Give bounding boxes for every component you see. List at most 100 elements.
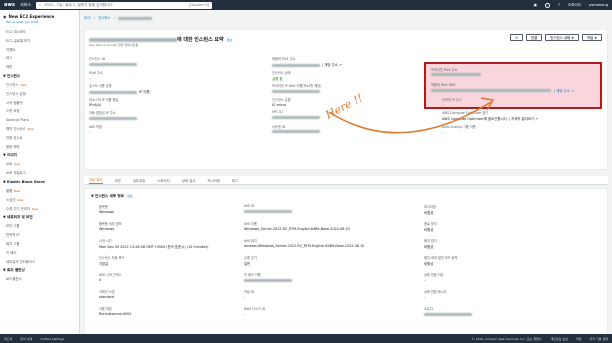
field-value: – [424,295,599,299]
field-value: RunInstances:0002 [99,312,244,316]
sidebar-item[interactable]: AMI 카탈로그 [3,169,76,178]
field-item: RAM 디스크 ID – [244,306,424,323]
sidebar-item[interactable]: 제한 [3,63,76,72]
details-section-header[interactable]: ▼ 인스턴스 세부 정보 정보 [91,194,133,199]
new-badge: New [17,197,24,202]
field-label: 종료 방지 [424,222,437,226]
services-menu-button[interactable]: 서비스 [20,2,31,8]
field-label: 사용 작업 [99,307,112,311]
new-ec2-experience-toggle[interactable]: ◉ New EC2 Experience [3,14,76,19]
sidebar-item[interactable]: 네트워크 인터페이스 [3,258,76,267]
help-icon[interactable]: ? [558,3,560,7]
sidebar-item[interactable]: 스냅샷 New [3,196,76,205]
field-item: 상태 전환 이유 – [424,272,599,289]
field-value: – [424,278,599,282]
sidebar-item[interactable]: 탄력적 IP [3,231,76,240]
tab-0[interactable]: 세부 정보 [89,177,103,184]
sidebar-item[interactable]: 스팟 요청 [3,107,76,116]
field-value-text: 기본값 [99,262,109,266]
toggle-icon[interactable]: ◉ [3,14,7,19]
feedback-button[interactable]: 피드백 [4,337,12,341]
tab-6[interactable]: 태그 [232,178,238,183]
sidebar-item[interactable]: 예약 인스턴스 New [3,125,76,134]
field-label: 크레딧 사양 [99,290,115,294]
field-label: 키 페어 이름 [244,273,261,277]
sidebar-item[interactable]: 키 페어 [3,249,76,258]
sidebar-item[interactable]: 볼륨 New [3,187,76,196]
field-value-text: Windows_Server-2012-R2_RTM-English-64Bit… [244,227,350,231]
tab-1[interactable]: 보안 [115,178,121,183]
tab-2[interactable]: 네트워킹 [133,178,145,183]
notifications-icon[interactable] [545,2,550,8]
field-value: standard [99,295,244,299]
language-selector[interactable]: 언어 선택 [20,337,32,341]
sidebar-item-label: 전용 호스트 [6,135,23,140]
sidebar-navigation: ◉ New EC2 Experience Tell us what you th… [0,10,80,334]
sidebar-section[interactable]: ▼ Elastic Block Store [3,178,76,187]
sidebar-item[interactable]: 로드밸런서 [3,275,76,284]
details-heading: ▼ 인스턴스 세부 정보 [91,194,124,198]
terms-link[interactable]: 약관 [576,337,582,341]
sidebar-section[interactable]: ▼ 인스턴스 [3,72,76,81]
field-label: 플랫폼 [99,205,108,209]
sidebar-item[interactable]: 배치 그룹 [3,240,76,249]
sidebar-section[interactable]: ▼ 네트워크 및 보안 [3,213,76,222]
sidebar-item[interactable]: EC2 대시보드 [3,28,76,37]
field-value-text: Windows [99,210,115,214]
feedback-link[interactable]: Tell us what you think [3,20,76,24]
sidebar-item-label: 로드밸런서 [6,277,22,282]
field-value-text: amazon/Windows_Server-2012-R2_RTM-Englis… [244,244,365,248]
aws-logo[interactable]: aws [4,2,15,8]
sidebar-item-label: 스냅샷 [6,197,16,202]
field-item: 중지-최대 절전 모드 동작 비활성 [424,255,599,272]
sidebar-item-label: 네트워크 인터페이스 [6,259,36,264]
sidebar-item-label: AMI 카탈로그 [6,171,26,176]
field-item: 상태 전환 메시지 – [424,289,599,306]
sidebar-item[interactable]: 인스턴스 유형 [3,90,76,99]
redacted-value [244,209,292,213]
search-placeholder: 서비스, 기능, 블로그, 설명서 등을 검색합니다 [44,2,113,7]
sidebar-item[interactable]: 수명 주기 관리자 New [3,205,76,214]
field-item: 플랫폼 세부 정보 Windows [99,221,244,238]
sidebar-item-label: 이벤트 [6,47,16,52]
sidebar-section-label: ▼ 인스턴스 [3,73,21,78]
sidebar-item[interactable]: 보안 그룹 [3,222,76,231]
tab-3[interactable]: 스토리지 [157,178,169,183]
field-value-text: – [424,295,426,299]
sidebar-section[interactable]: ▼ 이미지 [3,151,76,160]
sidebar-item[interactable]: 태그 [3,54,76,63]
search-input[interactable]: ⌕ 서비스, 기능, 블로그, 설명서 등을 검색합니다 [Option+S] [36,1,213,9]
sidebar-item-label: 인스턴스 [6,82,19,87]
sidebar-section[interactable]: ▼ 로드 밸런싱 [3,266,76,275]
unified-settings-link[interactable]: Unified Settings [40,337,64,341]
sidebar-item-label: Savings Plans [6,118,30,123]
sidebar-item[interactable]: 전용 호스트 [3,134,76,143]
cloudshell-icon[interactable]: ▣ [534,3,537,7]
field-value-text: standard [99,295,115,299]
sidebar-item[interactable]: EC2 글로벌 보기 [3,37,76,46]
field-label: AMI 이름 [244,222,257,226]
sidebar-item[interactable]: 이벤트 [3,46,76,55]
redacted-value [244,278,292,282]
privacy-link[interactable]: 개인정보 보호 [550,337,568,341]
field-label: 수명 주기 [244,256,257,260]
account-menu[interactable]: psmeeong [589,3,608,7]
region-selector[interactable]: 오하이오 [568,3,581,8]
new-badge: New [32,206,39,211]
sidebar-item-label: 예약 인스턴스 [6,126,26,131]
field-value: amazon/Windows_Server-2012-R2_RTM-Englis… [244,244,424,248]
details-info-link[interactable]: 정보 [127,194,133,198]
tab-4[interactable]: 상태 검사 [182,178,196,183]
field-value: 0 [99,278,244,282]
sidebar-item[interactable]: AMI New [3,160,76,169]
cookie-preferences-link[interactable]: 쿠키 기본 설정 [590,337,608,341]
sidebar-item[interactable]: Savings Plans [3,116,76,125]
top-navigation-bar: aws 서비스 ⌕ 서비스, 기능, 블로그, 설명서 등을 검색합니다 [Op… [0,0,612,10]
field-value: Windows [99,210,244,214]
tab-5[interactable]: 모니터링 [207,178,219,183]
instance-details-panel: ▼ 인스턴스 세부 정보 정보 플랫폼 Windows AMI ID 모니터링 비활성 플랫… [84,188,608,343]
sidebar-item[interactable]: 시작 템플릿 [3,99,76,108]
sidebar-item[interactable]: 인스턴스 New [3,81,76,90]
sidebar-item[interactable]: 용량 예약 [3,143,76,152]
field-value-text: 비활성 [424,245,434,249]
